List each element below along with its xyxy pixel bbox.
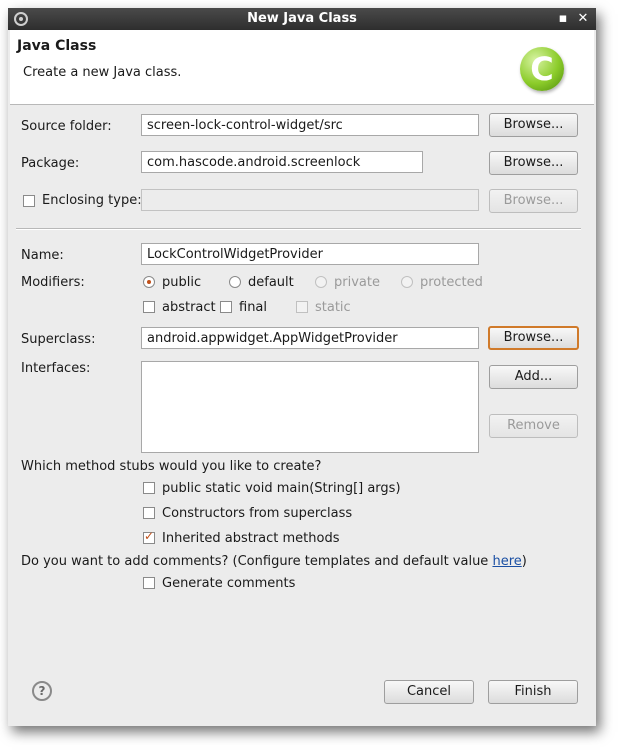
modifier-private-radio[interactable] (315, 276, 327, 288)
modifier-abstract-label: abstract (162, 300, 216, 315)
source-folder-input[interactable]: screen-lock-control-widget/src (141, 114, 479, 136)
modifier-public-radio[interactable] (143, 276, 155, 288)
name-label: Name: (21, 248, 64, 263)
enclosing-type-browse-button[interactable]: Browse... (489, 189, 578, 213)
stub-inherited-checkbox[interactable] (143, 529, 155, 544)
stub-main-checkbox[interactable] (143, 482, 155, 494)
interfaces-label: Interfaces: (21, 361, 91, 376)
package-label: Package: (21, 156, 80, 171)
enclosing-type-checkbox[interactable] (23, 195, 35, 207)
source-folder-label: Source folder: (21, 119, 112, 134)
stub-constructors-label: Constructors from superclass (162, 506, 353, 521)
source-folder-browse-button[interactable]: Browse... (489, 113, 578, 137)
remove-interface-button[interactable]: Remove (489, 414, 578, 438)
modifier-default-radio[interactable] (229, 276, 241, 288)
finish-button[interactable]: Finish (488, 680, 578, 704)
wizard-header: Java Class Create a new Java class. C (10, 30, 594, 105)
modifier-static-checkbox[interactable] (296, 301, 308, 313)
stub-main-label: public static void main(String[] args) (162, 481, 401, 496)
generate-comments-label: Generate comments (162, 576, 296, 591)
modifier-private-label: private (334, 275, 380, 290)
separator (16, 228, 581, 230)
help-icon[interactable]: ? (32, 681, 52, 701)
configure-templates-link[interactable]: here (492, 554, 521, 569)
page-title: Java Class (17, 38, 97, 54)
java-class-logo-icon: C (520, 47, 564, 91)
name-input[interactable]: LockControlWidgetProvider (141, 243, 479, 265)
superclass-input[interactable]: android.appwidget.AppWidgetProvider (141, 327, 479, 349)
stub-inherited-label: Inherited abstract methods (162, 531, 340, 546)
modifier-protected-label: protected (420, 275, 483, 290)
modifiers-label: Modifiers: (21, 275, 85, 290)
generate-comments-checkbox[interactable] (143, 577, 155, 589)
enclosing-type-label: Enclosing type: (42, 193, 142, 208)
minimize-icon[interactable]: ▪ (554, 10, 572, 28)
package-browse-button[interactable]: Browse... (489, 151, 578, 175)
stub-constructors-checkbox[interactable] (143, 507, 155, 519)
title-bar[interactable]: New Java Class ▪ ✕ (8, 8, 596, 30)
add-interface-button[interactable]: Add... (489, 365, 578, 389)
modifier-final-label: final (239, 300, 268, 315)
new-java-class-dialog: New Java Class ▪ ✕ Java Class Create a n… (8, 8, 596, 726)
superclass-browse-button[interactable]: Browse... (488, 326, 579, 350)
cancel-button[interactable]: Cancel (384, 680, 474, 704)
modifier-default-label: default (248, 275, 294, 290)
window-title: New Java Class (247, 11, 357, 26)
modifier-final-checkbox[interactable] (220, 301, 232, 313)
modifier-protected-radio[interactable] (401, 276, 413, 288)
close-icon[interactable]: ✕ (574, 10, 592, 28)
method-stubs-question: Which method stubs would you like to cre… (21, 459, 322, 474)
comments-question: Do you want to add comments? (Configure … (21, 554, 527, 569)
enclosing-type-input[interactable] (141, 189, 479, 211)
page-description: Create a new Java class. (23, 65, 182, 80)
superclass-label: Superclass: (21, 332, 96, 347)
interfaces-list[interactable] (141, 361, 479, 453)
modifier-abstract-checkbox[interactable] (143, 301, 155, 313)
package-input[interactable]: com.hascode.android.screenlock (141, 151, 423, 173)
modifier-public-label: public (162, 275, 202, 290)
modifier-static-label: static (315, 300, 351, 315)
